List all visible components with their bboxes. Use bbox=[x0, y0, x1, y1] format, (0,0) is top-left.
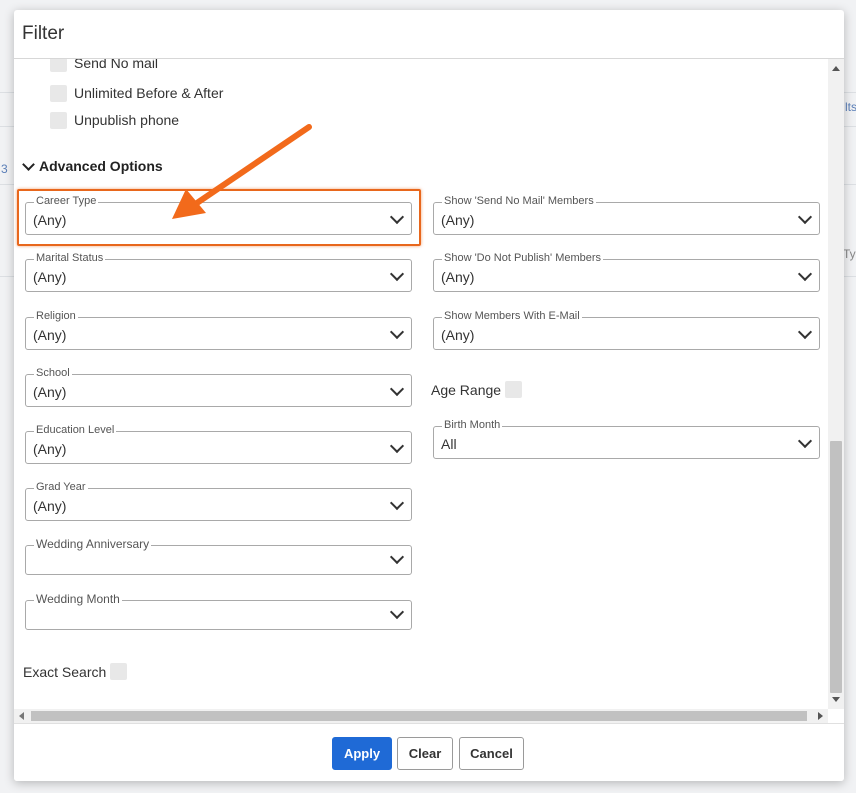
checkbox-label: Unpublish phone bbox=[74, 112, 180, 128]
education-level-select[interactable]: Education Level (Any) bbox=[25, 424, 412, 464]
dialog-body: Send No mail Unlimited Before & After Un… bbox=[14, 59, 828, 709]
birth-month-select[interactable]: Birth Month All bbox=[433, 419, 820, 459]
checkbox-send-no-mail[interactable]: Send No mail bbox=[50, 59, 158, 73]
field-label: Show 'Do Not Publish' Members bbox=[442, 252, 604, 265]
field-value: (Any) bbox=[33, 269, 67, 285]
checkbox[interactable] bbox=[50, 111, 67, 129]
age-range-label: Age Range bbox=[431, 381, 502, 398]
chevron-down-icon bbox=[797, 209, 813, 225]
advanced-options-label: Advanced Options bbox=[39, 158, 163, 174]
bg-text: Typ bbox=[843, 247, 856, 261]
scrollbar-thumb[interactable] bbox=[31, 711, 807, 721]
field-label: Show 'Send No Mail' Members bbox=[442, 195, 596, 208]
field-value: (Any) bbox=[441, 212, 475, 228]
field-label: Education Level bbox=[34, 424, 117, 437]
field-value: (Any) bbox=[441, 269, 475, 285]
field-label: Show Members With E-Mail bbox=[442, 310, 582, 323]
field-value: (Any) bbox=[33, 327, 67, 343]
dialog-footer: Apply Clear Cancel bbox=[14, 723, 844, 781]
checkbox[interactable] bbox=[110, 663, 128, 680]
field-value: (Any) bbox=[33, 441, 67, 457]
checkbox-unlimited-before-after[interactable]: Unlimited Before & After bbox=[50, 83, 223, 103]
field-label: Birth Month bbox=[442, 419, 503, 432]
scroll-up-icon[interactable] bbox=[832, 66, 840, 71]
scroll-right-icon[interactable] bbox=[818, 712, 823, 720]
chevron-down-icon bbox=[389, 549, 405, 565]
checkbox[interactable] bbox=[50, 59, 67, 72]
scroll-left-icon[interactable] bbox=[19, 712, 24, 720]
field-label: Marital Status bbox=[34, 252, 106, 265]
field-value: (Any) bbox=[33, 498, 67, 514]
scrollbar-thumb[interactable] bbox=[830, 441, 842, 693]
field-label: Religion bbox=[34, 310, 78, 323]
chevron-down-icon bbox=[797, 433, 813, 449]
field-value: (Any) bbox=[33, 384, 67, 400]
field-value: All bbox=[441, 436, 457, 452]
field-label: Career Type bbox=[34, 195, 99, 208]
chevron-down-icon bbox=[22, 157, 35, 171]
wedding-month-select[interactable]: Wedding Month bbox=[25, 593, 412, 630]
chevron-down-icon bbox=[797, 324, 813, 340]
field-value: (Any) bbox=[441, 327, 475, 343]
advanced-options-toggle[interactable]: Advanced Options bbox=[22, 157, 163, 174]
apply-button[interactable]: Apply bbox=[332, 737, 392, 770]
field-value: (Any) bbox=[33, 212, 67, 228]
bg-text: 3 bbox=[1, 162, 8, 176]
scroll-down-icon[interactable] bbox=[832, 697, 840, 702]
grad-year-select[interactable]: Grad Year (Any) bbox=[25, 481, 412, 521]
chevron-down-icon bbox=[797, 266, 813, 282]
filter-dialog: Filter Send No mail Unlimited Before & A… bbox=[14, 10, 844, 781]
checkbox[interactable] bbox=[50, 84, 67, 102]
chevron-down-icon bbox=[389, 381, 405, 397]
wedding-anniversary-select[interactable]: Wedding Anniversary bbox=[25, 538, 412, 575]
horizontal-scrollbar[interactable] bbox=[14, 709, 828, 723]
cancel-button[interactable]: Cancel bbox=[459, 737, 524, 770]
dialog-title: Filter bbox=[22, 23, 65, 44]
chevron-down-icon bbox=[389, 438, 405, 454]
chevron-down-icon bbox=[389, 324, 405, 340]
show-send-no-mail-members-select[interactable]: Show 'Send No Mail' Members (Any) bbox=[433, 195, 820, 235]
checkbox-label: Unlimited Before & After bbox=[74, 85, 224, 101]
chevron-down-icon bbox=[389, 209, 405, 225]
school-select[interactable]: School (Any) bbox=[25, 367, 412, 407]
clear-button[interactable]: Clear bbox=[397, 737, 453, 770]
vertical-scrollbar[interactable] bbox=[828, 59, 844, 709]
chevron-down-icon bbox=[389, 266, 405, 282]
chevron-down-icon bbox=[389, 604, 405, 620]
checkbox[interactable] bbox=[505, 381, 523, 398]
field-label: Grad Year bbox=[34, 481, 88, 494]
chevron-down-icon bbox=[389, 495, 405, 511]
field-label: Wedding Anniversary bbox=[34, 537, 152, 551]
checkbox-unpublish-phone[interactable]: Unpublish phone bbox=[50, 110, 179, 130]
field-label: Wedding Month bbox=[34, 592, 122, 606]
exact-search-checkbox[interactable]: Exact Search bbox=[23, 663, 128, 680]
bg-text: lts bbox=[845, 100, 856, 114]
field-label: School bbox=[34, 367, 72, 380]
career-type-select[interactable]: Career Type (Any) bbox=[25, 195, 412, 235]
checkbox-label: Send No mail bbox=[74, 59, 159, 71]
show-members-with-email-select[interactable]: Show Members With E-Mail (Any) bbox=[433, 310, 820, 350]
age-range-checkbox[interactable]: Age Range bbox=[431, 381, 523, 398]
marital-status-select[interactable]: Marital Status (Any) bbox=[25, 252, 412, 292]
exact-search-label: Exact Search bbox=[23, 663, 107, 680]
religion-select[interactable]: Religion (Any) bbox=[25, 310, 412, 350]
dialog-header: Filter bbox=[14, 10, 844, 59]
show-do-not-publish-members-select[interactable]: Show 'Do Not Publish' Members (Any) bbox=[433, 252, 820, 292]
